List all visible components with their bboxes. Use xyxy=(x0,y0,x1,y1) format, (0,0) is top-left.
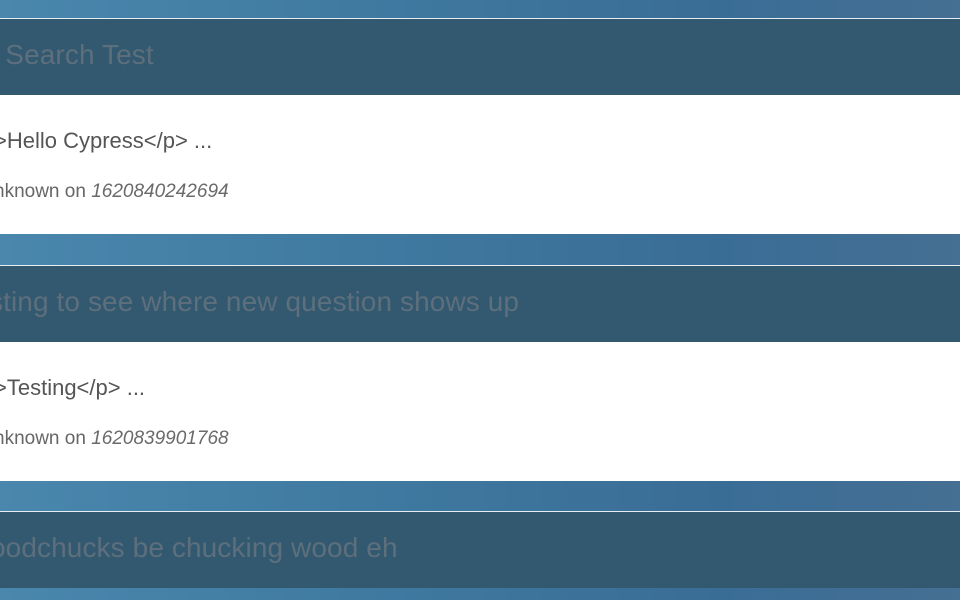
question-excerpt: >Testing</p> ... xyxy=(0,375,146,400)
question-header[interactable]: r Search Test xyxy=(0,18,960,95)
question-author: nknown xyxy=(0,428,60,449)
question-body: >Hello Cypress</p> ... nknown on 1620840… xyxy=(0,95,960,234)
question-meta: nknown on 1620840242694 xyxy=(0,181,229,203)
question-timestamp: 1620839901768 xyxy=(91,428,229,449)
question-title[interactable]: oodchucks be chucking wood eh xyxy=(0,532,398,564)
question-on-word: on xyxy=(59,428,92,449)
question-title[interactable]: sting to see where new question shows up xyxy=(0,286,519,318)
question-timestamp: 1620840242694 xyxy=(91,181,229,202)
question-author: nknown xyxy=(0,181,60,202)
question-on-word: on xyxy=(59,181,92,202)
question-header[interactable]: sting to see where new question shows up xyxy=(0,265,960,342)
question-body: >Testing</p> ... nknown on 1620839901768 xyxy=(0,342,960,481)
question-meta: nknown on 1620839901768 xyxy=(0,428,229,450)
question-header[interactable]: oodchucks be chucking wood eh xyxy=(0,511,960,588)
question-title[interactable]: r Search Test xyxy=(0,39,154,71)
question-excerpt: >Hello Cypress</p> ... xyxy=(0,128,213,153)
